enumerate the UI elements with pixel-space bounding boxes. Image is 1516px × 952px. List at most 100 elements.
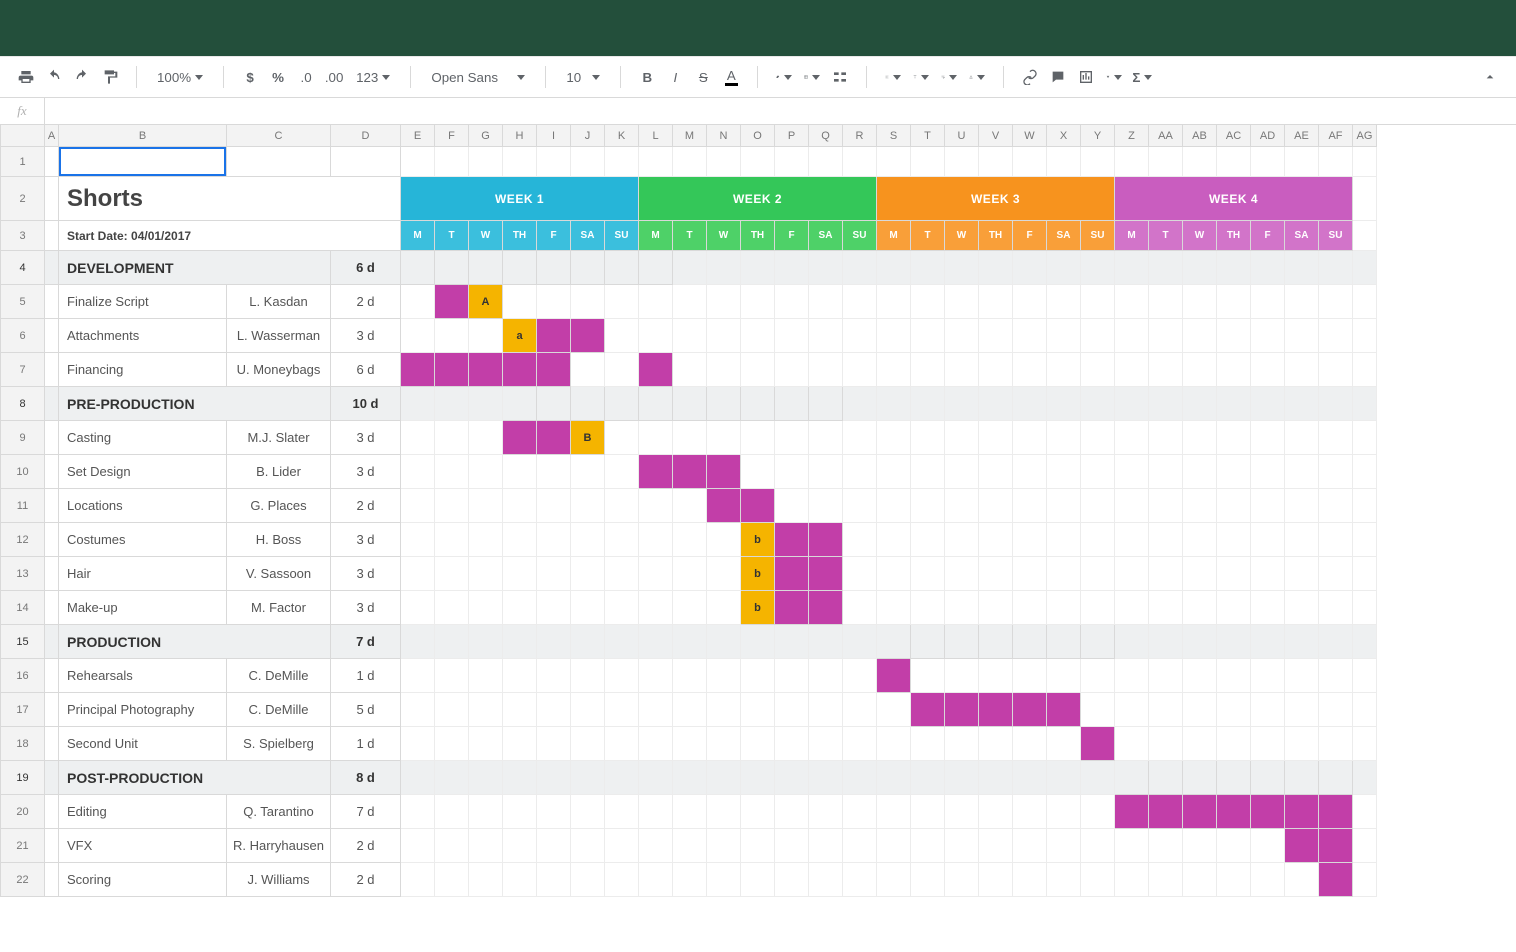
row-header[interactable]: 13	[1, 557, 45, 591]
grid-cell[interactable]	[945, 421, 979, 455]
grid-cell[interactable]	[877, 353, 911, 387]
grid-cell[interactable]	[775, 727, 809, 761]
grid-cell[interactable]	[843, 353, 877, 387]
grid-cell[interactable]	[1013, 455, 1047, 489]
grid-cell[interactable]	[707, 557, 741, 591]
grid-cell[interactable]	[639, 761, 673, 795]
grid-cell[interactable]	[1319, 591, 1353, 625]
dec-increase-button[interactable]: .00	[320, 63, 348, 91]
grid-cell[interactable]	[843, 319, 877, 353]
grid-cell[interactable]	[1251, 863, 1285, 897]
row-header[interactable]: 9	[1, 421, 45, 455]
gantt-cell[interactable]	[1183, 761, 1217, 795]
grid-cell[interactable]	[605, 795, 639, 829]
grid-cell[interactable]	[1013, 863, 1047, 897]
grid-cell[interactable]	[945, 251, 979, 285]
grid-cell[interactable]	[673, 591, 707, 625]
grid-cell[interactable]	[911, 489, 945, 523]
grid-cell[interactable]	[571, 829, 605, 863]
row-header[interactable]: 17	[1, 693, 45, 727]
col-header[interactable]: O	[741, 125, 775, 147]
grid-cell[interactable]	[571, 591, 605, 625]
gantt-cell[interactable]	[1217, 795, 1251, 829]
grid-cell[interactable]	[945, 285, 979, 319]
grid-cell[interactable]	[1047, 353, 1081, 387]
grid-cell[interactable]	[775, 421, 809, 455]
gantt-cell[interactable]	[537, 387, 571, 421]
grid-cell[interactable]	[1285, 353, 1319, 387]
col-header[interactable]: M	[673, 125, 707, 147]
grid-cell[interactable]	[1183, 251, 1217, 285]
gantt-cell[interactable]	[435, 251, 469, 285]
col-header[interactable]: AB	[1183, 125, 1217, 147]
grid-cell[interactable]	[571, 489, 605, 523]
grid-cell[interactable]	[1217, 727, 1251, 761]
gantt-cell[interactable]	[1251, 761, 1285, 795]
grid-cell[interactable]	[1251, 523, 1285, 557]
grid-cell[interactable]	[1217, 353, 1251, 387]
grid-cell[interactable]	[605, 319, 639, 353]
gantt-cell[interactable]	[775, 387, 809, 421]
col-header[interactable]: AA	[1149, 125, 1183, 147]
grid-cell[interactable]	[911, 591, 945, 625]
grid-cell[interactable]	[979, 523, 1013, 557]
grid-cell[interactable]	[1251, 829, 1285, 863]
grid-cell[interactable]	[537, 591, 571, 625]
grid-cell[interactable]	[945, 727, 979, 761]
filter-button[interactable]	[1100, 63, 1128, 91]
grid-cell[interactable]	[979, 285, 1013, 319]
grid-cell[interactable]	[673, 285, 707, 319]
grid-cell[interactable]	[1115, 523, 1149, 557]
gantt-cell[interactable]	[707, 455, 741, 489]
grid-cell[interactable]	[469, 727, 503, 761]
grid-cell[interactable]	[945, 523, 979, 557]
grid-cell[interactable]	[1081, 693, 1115, 727]
grid-cell[interactable]	[1149, 455, 1183, 489]
grid-cell[interactable]	[1149, 625, 1183, 659]
col-header[interactable]: AG	[1353, 125, 1377, 147]
row-header[interactable]: 19	[1, 761, 45, 795]
row-header[interactable]: 4	[1, 251, 45, 285]
col-header[interactable]: S	[877, 125, 911, 147]
grid-cell[interactable]	[945, 387, 979, 421]
grid-cell[interactable]	[707, 761, 741, 795]
grid-cell[interactable]	[1115, 557, 1149, 591]
grid-cell[interactable]	[469, 761, 503, 795]
grid-cell[interactable]	[605, 489, 639, 523]
grid-cell[interactable]	[911, 387, 945, 421]
grid-cell[interactable]	[707, 727, 741, 761]
functions-button[interactable]: Σ	[1128, 63, 1156, 91]
grid-cell[interactable]	[1013, 251, 1047, 285]
grid-cell[interactable]	[1217, 625, 1251, 659]
grid-cell[interactable]	[503, 625, 537, 659]
gantt-cell[interactable]	[537, 319, 571, 353]
grid-cell[interactable]	[809, 319, 843, 353]
grid-cell[interactable]	[1047, 761, 1081, 795]
grid-cell[interactable]	[673, 523, 707, 557]
grid-cell[interactable]	[1183, 727, 1217, 761]
grid-cell[interactable]	[1115, 285, 1149, 319]
grid-cell[interactable]	[1251, 625, 1285, 659]
grid-cell[interactable]	[1149, 523, 1183, 557]
grid-cell[interactable]	[605, 353, 639, 387]
grid-cell[interactable]	[741, 421, 775, 455]
grid-cell[interactable]	[945, 455, 979, 489]
grid-cell[interactable]	[945, 557, 979, 591]
grid-cell[interactable]	[1285, 591, 1319, 625]
grid-cell[interactable]	[979, 727, 1013, 761]
grid-cell[interactable]	[911, 285, 945, 319]
gantt-cell[interactable]	[571, 387, 605, 421]
grid-cell[interactable]	[1319, 455, 1353, 489]
grid-cell[interactable]	[639, 557, 673, 591]
grid-cell[interactable]	[1081, 829, 1115, 863]
grid-cell[interactable]	[537, 659, 571, 693]
grid-cell[interactable]	[1013, 319, 1047, 353]
gantt-cell[interactable]	[1319, 829, 1353, 863]
gantt-cell[interactable]	[1285, 761, 1319, 795]
grid-cell[interactable]	[843, 557, 877, 591]
grid-cell[interactable]	[673, 829, 707, 863]
grid-cell[interactable]	[707, 523, 741, 557]
grid-cell[interactable]	[707, 625, 741, 659]
gantt-cell[interactable]	[673, 455, 707, 489]
grid-cell[interactable]	[775, 319, 809, 353]
